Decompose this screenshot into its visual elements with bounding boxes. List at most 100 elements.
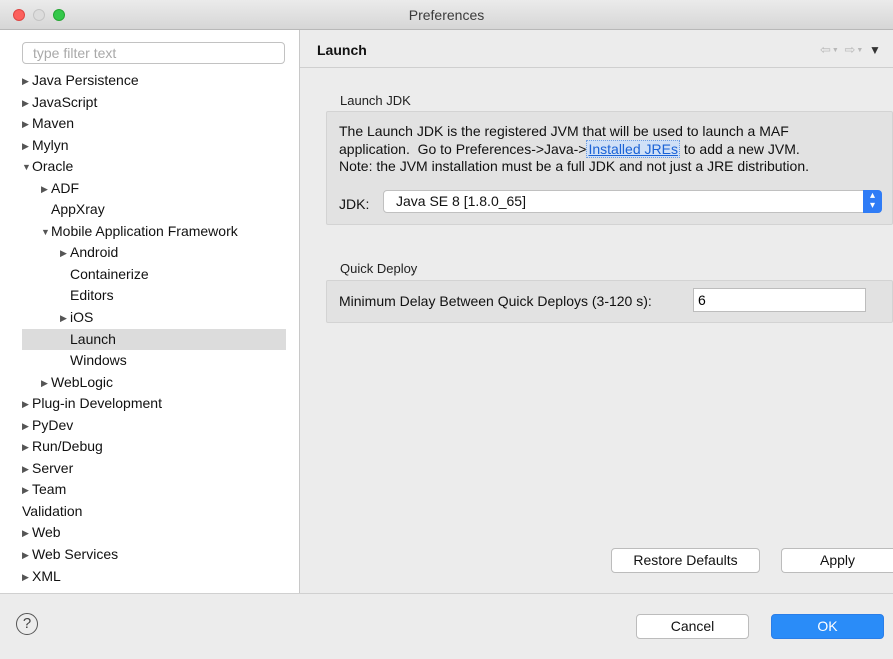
expand-triangle-icon[interactable]: ▶ [41, 373, 51, 395]
expand-triangle-icon[interactable]: ▶ [22, 71, 32, 93]
quick-deploy-group-label: Quick Deploy [340, 261, 418, 276]
tree-item-label: Mobile Application Framework [51, 222, 238, 239]
back-dropdown-icon[interactable]: ▼ [832, 47, 840, 54]
tree-item-java-persistence[interactable]: ▶ Java Persistence [22, 70, 286, 92]
tree-item-label: Server [32, 459, 74, 476]
tree-item-editors[interactable]: Editors [22, 285, 286, 307]
tree-item-weblogic[interactable]: ▶ WebLogic [22, 372, 286, 394]
tree-item-label: JavaScript [32, 93, 98, 110]
forward-arrow-icon[interactable]: ⇨ [844, 42, 856, 57]
expand-triangle-icon[interactable]: ▶ [22, 523, 32, 545]
collapse-triangle-icon[interactable]: ▼ [41, 222, 51, 244]
tree-item-containerize[interactable]: Containerize [22, 264, 286, 286]
tree-item-label: Web Services [32, 546, 119, 563]
description-line-2-suffix: to add a new JVM. [679, 140, 800, 157]
tree-item-label: Plug-in Development [32, 395, 162, 412]
tree-item-label: ADF [51, 179, 79, 196]
tree-item-label: iOS [70, 309, 94, 326]
expand-triangle-icon[interactable]: ▶ [22, 567, 32, 589]
expand-triangle-icon[interactable]: ▶ [22, 480, 32, 502]
tree-item-label: Java Persistence [32, 72, 139, 88]
quick-deploy-delay-input[interactable] [693, 288, 866, 312]
tree-item-team[interactable]: ▶ Team [22, 479, 286, 501]
window-title: Preferences [408, 7, 485, 23]
filter-input[interactable] [22, 42, 285, 64]
tree-item-label: Validation [22, 502, 83, 519]
expand-triangle-icon[interactable]: ▶ [60, 243, 70, 265]
tree-item-javascript[interactable]: ▶ JavaScript [22, 92, 286, 114]
page-title: Launch [317, 42, 367, 58]
expand-triangle-icon[interactable]: ▶ [22, 394, 32, 416]
expand-triangle-icon[interactable]: ▶ [22, 136, 32, 158]
tree-item-label: Launch [70, 330, 116, 347]
launch-jdk-group: The Launch JDK is the registered JVM tha… [326, 111, 893, 225]
tree-item-run-debug[interactable]: ▶ Run/Debug [22, 436, 286, 458]
tree-item-label: Containerize [70, 265, 149, 282]
description-line-2-text: application. Go to Preferences->Java-> [339, 140, 587, 157]
tree-item-windows[interactable]: Windows [22, 350, 286, 372]
installed-jres-link[interactable]: Installed JREs [586, 139, 680, 158]
expand-triangle-icon[interactable]: ▶ [22, 545, 32, 567]
tree-item-label: Android [70, 244, 119, 261]
tree-item-adf[interactable]: ▶ ADF [22, 178, 286, 200]
tree-item-pydev[interactable]: ▶ PyDev [22, 415, 286, 437]
collapse-triangle-icon[interactable]: ▼ [22, 157, 32, 179]
tree-item-mobile-application-framework[interactable]: ▼Mobile Application Framework [22, 221, 286, 243]
expand-triangle-icon[interactable]: ▶ [22, 114, 32, 136]
description-line-1: The Launch JDK is the registered JVM tha… [339, 123, 789, 139]
jdk-label: JDK: [339, 196, 370, 212]
jdk-select[interactable]: Java SE 8 [1.8.0_65] ▴ ▾ [383, 190, 882, 213]
view-menu-icon[interactable]: ▼ [869, 43, 882, 57]
preferences-tree: ▶ Java Persistence ▶ JavaScript ▶ Maven ▶ Mylyn… [22, 70, 286, 587]
description-line-3: Note: the JVM installation must be a ful… [339, 158, 810, 174]
tree-item-plug-in-development[interactable]: ▶ Plug-in Development [22, 393, 286, 415]
cancel-button[interactable]: Cancel [636, 614, 749, 639]
expand-triangle-icon[interactable]: ▶ [22, 437, 32, 459]
tree-item-validation[interactable]: Validation [22, 501, 286, 523]
tree-item-web[interactable]: ▶ Web [22, 522, 286, 544]
expand-triangle-icon[interactable]: ▶ [22, 459, 32, 481]
preferences-navigation: ▶Java Persistence▶JavaScript▶Maven▶Mylyn… [0, 30, 300, 593]
tree-item-xml[interactable]: ▶ XML [22, 566, 286, 588]
help-icon[interactable]: ? [16, 613, 38, 635]
tree-item-label: WebLogic [51, 373, 114, 390]
tree-item-ios[interactable]: ▶ iOS [22, 307, 286, 329]
quick-deploy-delay-label: Minimum Delay Between Quick Deploys (3-1… [339, 293, 652, 309]
ok-button[interactable]: OK [771, 614, 884, 639]
page-header: Launch ⇦▼ ⇨▼ ▼ [300, 30, 893, 68]
back-arrow-icon[interactable]: ⇦ [820, 42, 832, 57]
tree-item-label: Editors [70, 287, 114, 304]
quick-deploy-group: Minimum Delay Between Quick Deploys (3-1… [326, 280, 893, 323]
select-stepper-icon: ▴ ▾ [863, 190, 882, 213]
expand-triangle-icon[interactable]: ▶ [22, 416, 32, 438]
description-line-2: application. Go to Preferences->Java-> In… [339, 139, 884, 159]
forward-dropdown-icon[interactable]: ▼ [856, 47, 864, 54]
launch-jdk-group-label: Launch JDK [340, 93, 411, 108]
tree-item-label: Web [32, 524, 61, 541]
jdk-selected-value: Java SE 8 [1.8.0_65] [396, 193, 526, 209]
tree-item-server[interactable]: ▶ Server [22, 458, 286, 480]
page-navigation: ⇦▼ ⇨▼ ▼ [820, 42, 882, 58]
tree-item-label: PyDev [32, 416, 74, 433]
dialog-button-bar: ? Cancel OK [0, 593, 893, 659]
launch-jdk-description: The Launch JDK is the registered JVM tha… [339, 123, 884, 176]
tree-item-label: Team [32, 481, 67, 498]
preference-page: Launch ⇦▼ ⇨▼ ▼ Launch JDK The Launch JDK… [300, 30, 893, 593]
restore-defaults-button[interactable]: Restore Defaults [611, 548, 760, 573]
tree-item-label: Maven [32, 115, 75, 132]
tree-item-launch[interactable]: Launch [22, 328, 286, 351]
tree-item-web-services[interactable]: ▶ Web Services [22, 544, 286, 566]
tree-item-oracle[interactable]: ▼Oracle [22, 156, 286, 178]
tree-item-android[interactable]: ▶ Android [22, 242, 286, 264]
tree-item-label: XML [32, 567, 61, 584]
expand-triangle-icon[interactable]: ▶ [41, 179, 51, 201]
tree-item-appxray[interactable]: AppXray [22, 199, 286, 221]
tree-item-maven[interactable]: ▶ Maven [22, 113, 286, 135]
apply-button[interactable]: Apply [781, 548, 893, 573]
tree-item-mylyn[interactable]: ▶ Mylyn [22, 135, 286, 157]
expand-triangle-icon[interactable]: ▶ [22, 93, 32, 115]
tree-item-label: Windows [70, 352, 127, 369]
expand-triangle-icon[interactable]: ▶ [60, 308, 70, 330]
title-bar: Preferences [0, 0, 893, 30]
tree-item-label: Run/Debug [32, 438, 103, 455]
